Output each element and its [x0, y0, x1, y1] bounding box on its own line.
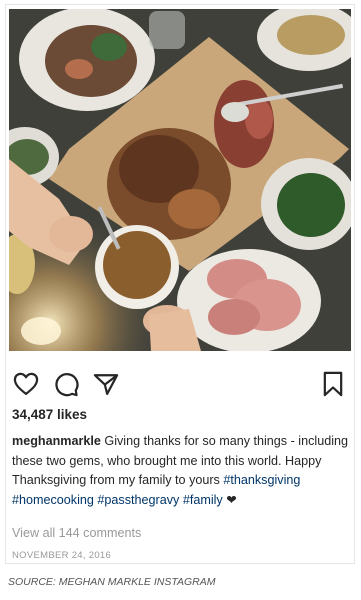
post-actions-bar [10, 370, 350, 398]
heart-icon[interactable] [12, 370, 40, 398]
hashtag-passthegravy[interactable]: #passthegravy [97, 493, 179, 507]
hashtag-thanksgiving[interactable]: #thanksgiving [223, 473, 300, 487]
caption-username[interactable]: meghanmarkle [12, 434, 101, 448]
post-photo[interactable] [9, 9, 351, 351]
post-date: NOVEMBER 24, 2016 [12, 550, 112, 561]
hashtag-homecooking[interactable]: #homecooking [12, 493, 94, 507]
share-icon[interactable] [92, 370, 120, 398]
thanksgiving-table-photo [9, 9, 351, 351]
likes-count[interactable]: 34,487 likes [12, 407, 87, 422]
view-comments-link[interactable]: View all 144 comments [12, 526, 141, 540]
instagram-post: 34,487 likes meghanmarkle Giving thanks … [5, 4, 355, 564]
image-source-credit: SOURCE: MEGHAN MARKLE INSTAGRAM [8, 576, 216, 588]
bookmark-icon[interactable] [320, 370, 346, 398]
post-caption: meghanmarkle Giving thanks for so many t… [12, 432, 348, 510]
hashtag-family[interactable]: #family [183, 493, 223, 507]
heart-emoji-icon: ❤ [226, 492, 237, 507]
comment-icon[interactable] [52, 370, 80, 398]
